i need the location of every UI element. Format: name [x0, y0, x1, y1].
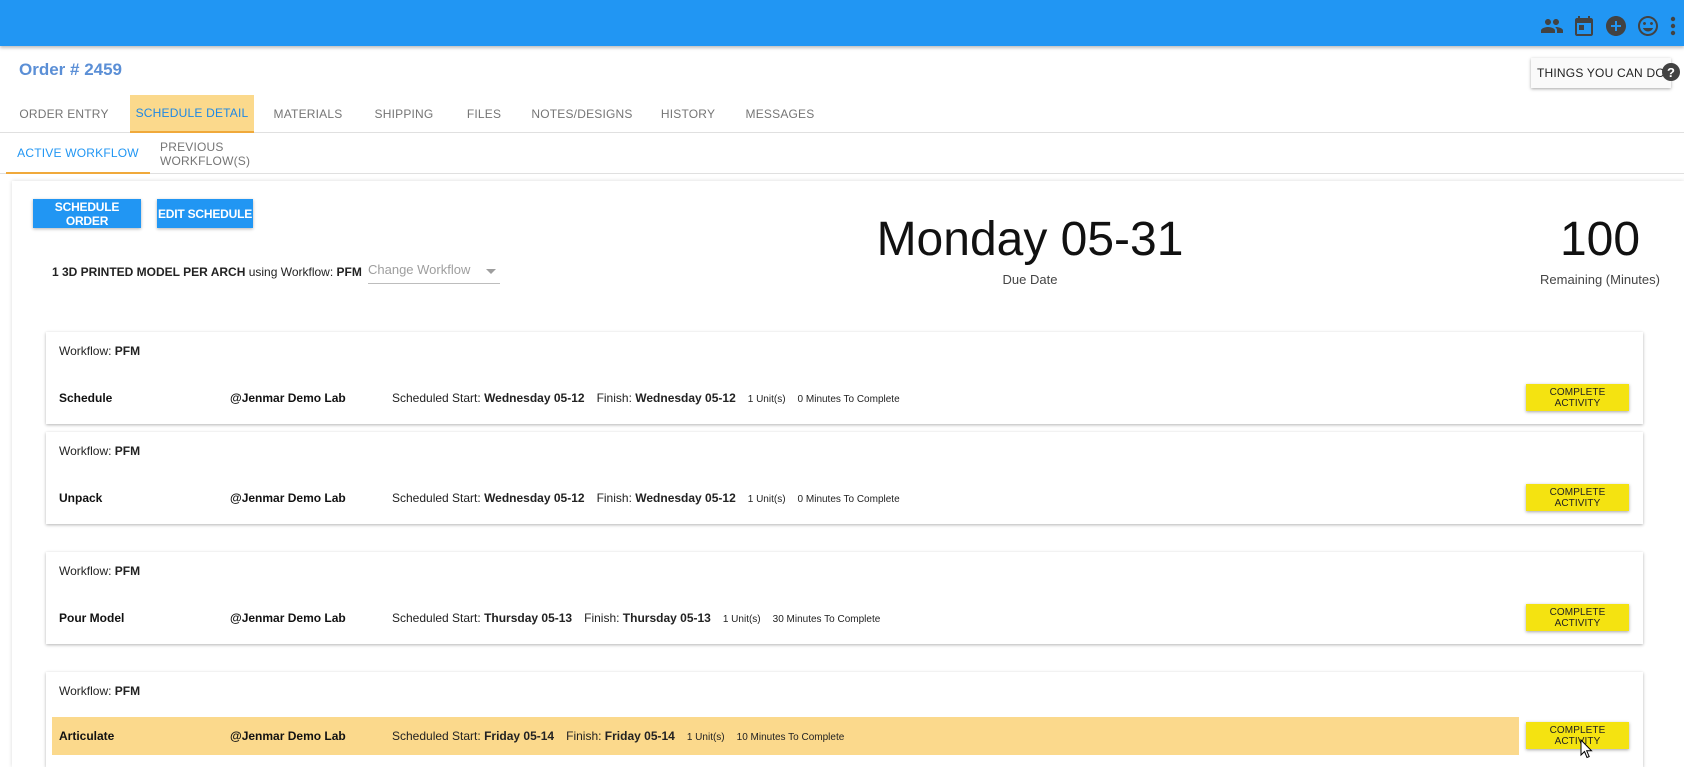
finish-value: Thursday 05-13: [622, 611, 711, 625]
mouse-cursor-icon: [1580, 739, 1593, 759]
scheduled-start-value: Friday 05-14: [484, 729, 555, 743]
minutes-text: 30 Minutes To Complete: [772, 614, 881, 625]
activity-name: Schedule: [59, 391, 113, 405]
units-text: 1 Unit(s): [686, 732, 725, 743]
activity-lab: @Jenmar Demo Lab: [230, 391, 346, 405]
people-icon[interactable]: [1540, 14, 1564, 38]
activity-name: Unpack: [59, 491, 103, 505]
finish-value: Friday 05-14: [604, 729, 675, 743]
remaining-minutes-label: Remaining (Minutes): [1540, 272, 1660, 287]
units-text: 1 Unit(s): [747, 494, 786, 505]
product-workflow: PFM: [336, 265, 362, 279]
activity-name: Pour Model: [59, 611, 125, 625]
workflow-label: Workflow:: [59, 444, 115, 458]
edit-schedule-button[interactable]: EDIT SCHEDULE: [157, 199, 253, 228]
workflow-name: PFM: [114, 444, 141, 458]
workflow-name: PFM: [114, 344, 141, 358]
things-you-can-do-button[interactable]: THINGS YOU CAN DO: [1531, 58, 1671, 88]
minutes-text: 10 Minutes To Complete: [736, 732, 845, 743]
workflow-label: Workflow:: [59, 684, 115, 698]
card-workflow: Workflow: PFM: [59, 564, 140, 578]
tab-order-entry[interactable]: ORDER ENTRY: [14, 95, 114, 133]
workflow-name: PFM: [114, 684, 141, 698]
page-title: Order # 2459: [19, 60, 123, 79]
top-app-bar: [0, 0, 1684, 46]
activity-card: Workflow: PFM Pour Model @Jenmar Demo La…: [46, 552, 1643, 644]
complete-activity-button[interactable]: COMPLETE ACTIVITY: [1526, 722, 1629, 749]
finish-label: Finish:: [584, 611, 623, 625]
activity-row: Pour Model @Jenmar Demo Lab Scheduled St…: [52, 599, 1519, 637]
due-date-value: Monday 05-31: [876, 213, 1184, 266]
activity-lab: @Jenmar Demo Lab: [230, 491, 346, 505]
complete-activity-button[interactable]: COMPLETE ACTIVITY: [1526, 484, 1629, 511]
complete-activity-button[interactable]: COMPLETE ACTIVITY: [1526, 384, 1629, 411]
scheduled-start-value: Thursday 05-13: [484, 611, 573, 625]
tab-materials[interactable]: MATERIALS: [268, 95, 348, 133]
remaining-minutes-value: 100: [1559, 213, 1641, 266]
change-workflow-select[interactable]: Change Workflow: [368, 262, 500, 284]
main-tab-bar: ORDER ENTRY SCHEDULE DETAIL MATERIALS SH…: [0, 95, 1684, 133]
finish-label: Finish:: [596, 491, 636, 505]
activity-card: Workflow: PFM Articulate @Jenmar Demo La…: [46, 672, 1643, 767]
activity-lab: @Jenmar Demo Lab: [230, 611, 346, 625]
due-date-label: Due Date: [1002, 272, 1058, 287]
tab-schedule-detail[interactable]: SCHEDULE DETAIL: [130, 95, 254, 133]
help-icon[interactable]: ?: [1662, 63, 1680, 81]
tab-messages[interactable]: MESSAGES: [740, 95, 820, 133]
smiley-icon[interactable]: [1636, 14, 1660, 38]
calendar-icon[interactable]: [1572, 14, 1596, 38]
topbar-icons: [1540, 14, 1678, 38]
workflow-name: PFM: [114, 564, 141, 578]
workflow-label: Workflow:: [59, 344, 115, 358]
change-workflow-placeholder: Change Workflow: [368, 262, 471, 277]
activity-card: Workflow: PFM Schedule @Jenmar Demo Lab …: [46, 332, 1643, 424]
finish-label: Finish:: [566, 729, 605, 743]
tab-files[interactable]: FILES: [460, 95, 508, 133]
activity-row: Unpack @Jenmar Demo Lab Scheduled Start:…: [52, 479, 1519, 517]
tab-notes-designs[interactable]: NOTES/DESIGNS: [528, 95, 636, 133]
minutes-text: 0 Minutes To Complete: [797, 394, 900, 405]
activity-schedule: Scheduled Start: Thursday 05-13 Finish: T…: [392, 611, 880, 625]
activity-card: Workflow: PFM Unpack @Jenmar Demo Lab Sc…: [46, 432, 1643, 524]
tab-shipping[interactable]: SHIPPING: [366, 95, 442, 133]
scheduled-start-value: Wednesday 05-12: [484, 391, 585, 405]
using-workflow-text: using Workflow:: [245, 265, 337, 279]
card-workflow: Workflow: PFM: [59, 344, 140, 358]
tab-history[interactable]: HISTORY: [656, 95, 720, 133]
activity-row-highlighted: Articulate @Jenmar Demo Lab Scheduled St…: [52, 717, 1519, 755]
card-workflow: Workflow: PFM: [59, 684, 140, 698]
finish-value: Wednesday 05-12: [635, 491, 736, 505]
card-workflow: Workflow: PFM: [59, 444, 140, 458]
activity-name: Articulate: [59, 729, 115, 743]
tab-active-workflow[interactable]: ACTIVE WORKFLOW: [6, 134, 150, 174]
scheduled-start-label: Scheduled Start:: [392, 391, 485, 405]
scheduled-start-label: Scheduled Start:: [392, 611, 485, 625]
scheduled-start-label: Scheduled Start:: [392, 729, 485, 743]
product-name: 1 3D PRINTED MODEL PER ARCH: [52, 265, 246, 279]
scheduled-start-value: Wednesday 05-12: [484, 491, 585, 505]
dropdown-caret-icon: [486, 269, 496, 274]
finish-value: Wednesday 05-12: [635, 391, 736, 405]
schedule-order-button[interactable]: SCHEDULE ORDER: [33, 199, 141, 228]
more-vert-icon[interactable]: [1668, 14, 1678, 38]
complete-activity-button[interactable]: COMPLETE ACTIVITY: [1526, 604, 1629, 631]
units-text: 1 Unit(s): [722, 614, 761, 625]
tab-previous-workflows[interactable]: PREVIOUS WORKFLOW(S): [160, 134, 312, 174]
workflow-label: Workflow:: [59, 564, 115, 578]
activity-schedule: Scheduled Start: Wednesday 05-12 Finish: …: [392, 491, 900, 505]
minutes-text: 0 Minutes To Complete: [797, 494, 900, 505]
finish-label: Finish:: [596, 391, 636, 405]
activity-lab: @Jenmar Demo Lab: [230, 729, 346, 743]
activity-row: Schedule @Jenmar Demo Lab Scheduled Star…: [52, 379, 1519, 417]
activity-schedule: Scheduled Start: Wednesday 05-12 Finish: …: [392, 391, 900, 405]
activity-schedule: Scheduled Start: Friday 05-14 Finish: Fri…: [392, 729, 844, 743]
sub-tab-bar: ACTIVE WORKFLOW PREVIOUS WORKFLOW(S): [0, 134, 1684, 174]
product-workflow-line: 1 3D PRINTED MODEL PER ARCH using Workfl…: [52, 265, 362, 279]
scheduled-start-label: Scheduled Start:: [392, 491, 485, 505]
units-text: 1 Unit(s): [747, 394, 786, 405]
add-circle-icon[interactable]: [1604, 14, 1628, 38]
